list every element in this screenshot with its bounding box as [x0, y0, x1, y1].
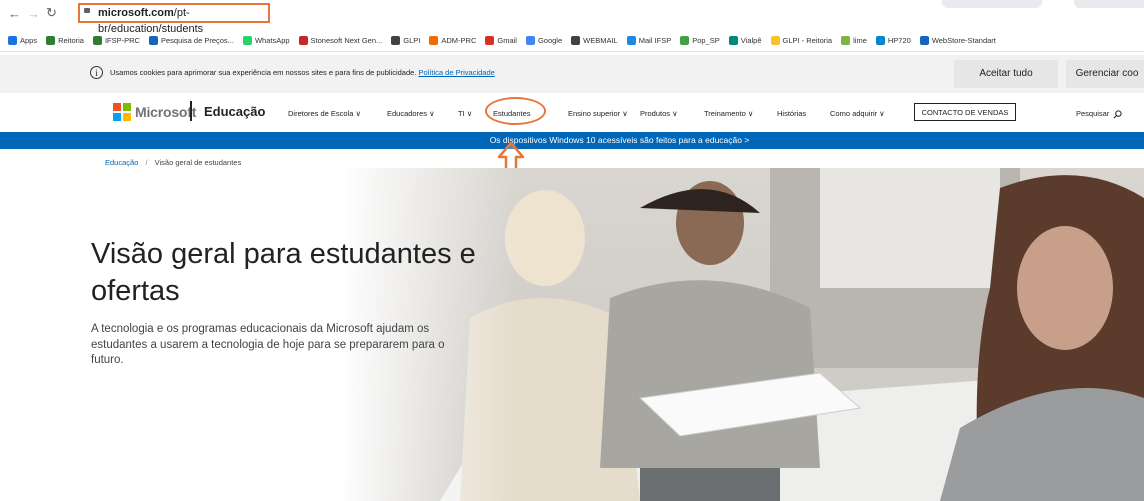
bookmark-favicon-icon	[626, 36, 636, 45]
hero-subtitle: A tecnologia e os programas educacionais…	[91, 323, 445, 366]
bookmark-favicon-icon	[919, 36, 929, 45]
nav-item-produtos[interactable]: Produtos ∨	[640, 109, 678, 118]
microsoft-logo-icon[interactable]	[113, 103, 131, 121]
search-button[interactable]: Pesquisar	[1076, 109, 1123, 119]
bookmark-item[interactable]: WhatsApp	[242, 36, 290, 45]
nav-item-historias[interactable]: Histórias	[777, 109, 806, 118]
bookmark-item[interactable]: Mail IFSP	[626, 36, 672, 45]
hero-title: Visão geral para estudantes e ofertas	[91, 238, 476, 307]
cookie-message: Usamos cookies para aprimorar sua experi…	[110, 68, 417, 77]
breadcrumb-root-link[interactable]: Educação	[105, 158, 138, 167]
bookmark-label: ADM-PRC	[441, 36, 477, 45]
highlight-circle	[485, 97, 546, 125]
bookmark-label: Google	[537, 36, 563, 45]
section-title[interactable]: Educação	[204, 104, 265, 119]
bookmark-favicon-icon	[728, 36, 738, 45]
bookmark-favicon-icon	[525, 36, 535, 45]
nav-item-ensino-superior[interactable]: Ensino superior ∨	[568, 109, 628, 118]
sales-contact-button[interactable]: CONTACTO DE VENDAS	[914, 103, 1016, 121]
bookmark-item[interactable]: Reitoria	[46, 36, 84, 45]
bookmark-item[interactable]: GLPI - Reitoria	[770, 36, 833, 45]
bookmark-favicon-icon	[46, 36, 56, 45]
bookmark-favicon-icon	[8, 36, 17, 45]
bookmark-item[interactable]: Vialpê	[728, 36, 762, 45]
browser-tab[interactable]	[942, 0, 1042, 8]
breadcrumb-separator: /	[145, 158, 148, 167]
bookmark-item[interactable]: Stonesoft Next Gen...	[298, 36, 383, 45]
bookmark-item[interactable]: GLPI	[391, 36, 420, 45]
bookmark-label: Pop_SP	[692, 36, 720, 45]
bookmark-favicon-icon	[429, 36, 439, 45]
bookmark-label: GLPI - Reitoria	[782, 36, 833, 45]
bookmark-item[interactable]: lime	[841, 36, 867, 45]
bookmark-label: Gmail	[497, 36, 517, 45]
bookmark-label: WebStore-Standart	[931, 36, 996, 45]
bookmark-label: Stonesoft Next Gen...	[310, 36, 383, 45]
manage-cookies-button[interactable]: Gerenciar coo	[1066, 60, 1144, 88]
bookmark-item[interactable]: WebStore-Standart	[919, 36, 996, 45]
bookmarks-bar: Apps Reitoria IFSP-PRC Pesquisa de Preços..…	[0, 30, 1144, 52]
back-icon[interactable]: ←	[8, 6, 21, 21]
bookmark-label: GLPI	[403, 36, 421, 45]
bookmark-favicon-icon	[148, 36, 158, 45]
reload-icon[interactable]: ↻	[46, 5, 57, 21]
lock-icon	[84, 8, 90, 13]
search-label: Pesquisar	[1076, 109, 1110, 118]
bookmark-item[interactable]: Apps	[8, 36, 37, 45]
bookmark-favicon-icon	[875, 36, 885, 45]
breadcrumb: Educação / Visão geral de estudantes	[105, 158, 241, 167]
bookmark-favicon-icon	[770, 36, 780, 45]
bookmark-item[interactable]: ADM-PRC	[429, 36, 476, 45]
nav-item-como-adquirir[interactable]: Como adquirir ∨	[830, 109, 885, 118]
info-icon: i	[90, 66, 103, 79]
bookmark-item[interactable]: Pesquisa de Preços...	[148, 36, 234, 45]
bookmark-favicon-icon	[841, 36, 851, 45]
nav-item-educadores[interactable]: Educadores ∨	[387, 109, 435, 118]
bookmark-label: IFSP-PRC	[104, 36, 140, 45]
address-bar[interactable]: microsoft.com/pt-br/education/students	[78, 3, 270, 35]
brand-name[interactable]: Microsoft	[135, 104, 196, 120]
bookmark-item[interactable]: WEBMAIL	[571, 36, 618, 45]
bookmark-label: HP720	[887, 36, 911, 45]
promo-banner-link[interactable]: Os dispositivos Windows 10 acessíveis sã…	[0, 132, 1144, 149]
bookmark-item[interactable]: Gmail	[485, 36, 517, 45]
bookmark-favicon-icon	[680, 36, 690, 45]
bookmark-item[interactable]: IFSP-PRC	[92, 36, 140, 45]
divider	[190, 101, 192, 121]
cookie-text: Usamos cookies para aprimorar sua experi…	[110, 68, 495, 77]
breadcrumb-current: Visão geral de estudantes	[154, 158, 242, 167]
bookmark-favicon-icon	[485, 36, 495, 45]
bookmark-label: Reitoria	[58, 36, 84, 45]
accept-all-button[interactable]: Aceitar tudo	[954, 60, 1058, 88]
bookmark-label: lime	[853, 36, 867, 45]
bookmark-favicon-icon	[571, 36, 581, 45]
bookmark-label: Apps	[20, 36, 38, 45]
bookmark-favicon-icon	[298, 36, 308, 45]
nav-item-ti[interactable]: TI ∨	[458, 109, 472, 118]
url-host: microsoft.com	[98, 7, 174, 19]
bookmark-label: Mail IFSP	[638, 36, 672, 45]
privacy-link[interactable]: Política de Privacidade	[419, 68, 495, 77]
bookmark-item[interactable]: Google	[525, 36, 563, 45]
bookmark-label: Pesquisa de Preços...	[160, 36, 234, 45]
forward-icon[interactable]: →	[27, 6, 40, 21]
bookmark-item[interactable]: Pop_SP	[680, 36, 720, 45]
bookmark-label: WEBMAIL	[583, 36, 618, 45]
bookmark-label: Vialpê	[740, 36, 762, 45]
browser-tab[interactable]	[1074, 0, 1144, 8]
bookmark-favicon-icon	[92, 36, 102, 45]
bookmark-label: WhatsApp	[254, 36, 290, 45]
search-icon	[1114, 109, 1123, 118]
bookmark-favicon-icon	[242, 36, 252, 45]
nav-item-diretores[interactable]: Diretores de Escola ∨	[288, 109, 361, 118]
bookmark-favicon-icon	[391, 36, 401, 45]
bookmark-item[interactable]: HP720	[875, 36, 911, 45]
nav-item-treinamento[interactable]: Treinamento ∨	[704, 109, 753, 118]
